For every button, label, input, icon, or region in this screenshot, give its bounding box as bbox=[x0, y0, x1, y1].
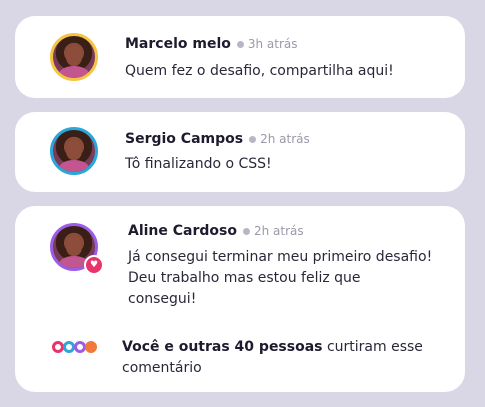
timestamp: 2h atrás bbox=[254, 224, 304, 238]
heart-reaction-icon bbox=[85, 341, 97, 353]
heart-badge-icon: ♥ bbox=[84, 255, 104, 275]
reaction-icons[interactable] bbox=[52, 341, 97, 353]
comment-card: Marcelo melo 3h atrás Quem fez o desafio… bbox=[15, 16, 465, 98]
timestamp: 3h atrás bbox=[247, 37, 298, 51]
comment-text: Tô finalizando o CSS! bbox=[125, 156, 272, 172]
comment-card: ♥ Aline Cardoso 2h atrás Já consegui ter… bbox=[15, 206, 465, 392]
timestamp: 2h atrás bbox=[260, 132, 310, 146]
author-name[interactable]: Marcelo melo bbox=[125, 36, 231, 52]
likes-count: Você e outras 40 pessoas bbox=[122, 339, 323, 355]
comment-card: Sergio Campos 2h atrás Tô finalizando o … bbox=[15, 112, 465, 192]
comment-text: Já consegui terminar meu primeiro desafi… bbox=[128, 249, 433, 307]
separator-dot bbox=[249, 135, 257, 143]
avatar[interactable] bbox=[50, 127, 98, 175]
separator-dot bbox=[243, 227, 250, 235]
likes-summary[interactable]: Você e outras 40 pessoas curtiram esse c… bbox=[122, 337, 442, 379]
separator-dot bbox=[236, 40, 244, 48]
comment-text: Quem fez o desafio, compartilha aqui! bbox=[125, 63, 394, 79]
author-name[interactable]: Sergio Campos bbox=[125, 131, 243, 147]
avatar[interactable] bbox=[50, 33, 98, 81]
author-name[interactable]: Aline Cardoso bbox=[128, 223, 237, 239]
